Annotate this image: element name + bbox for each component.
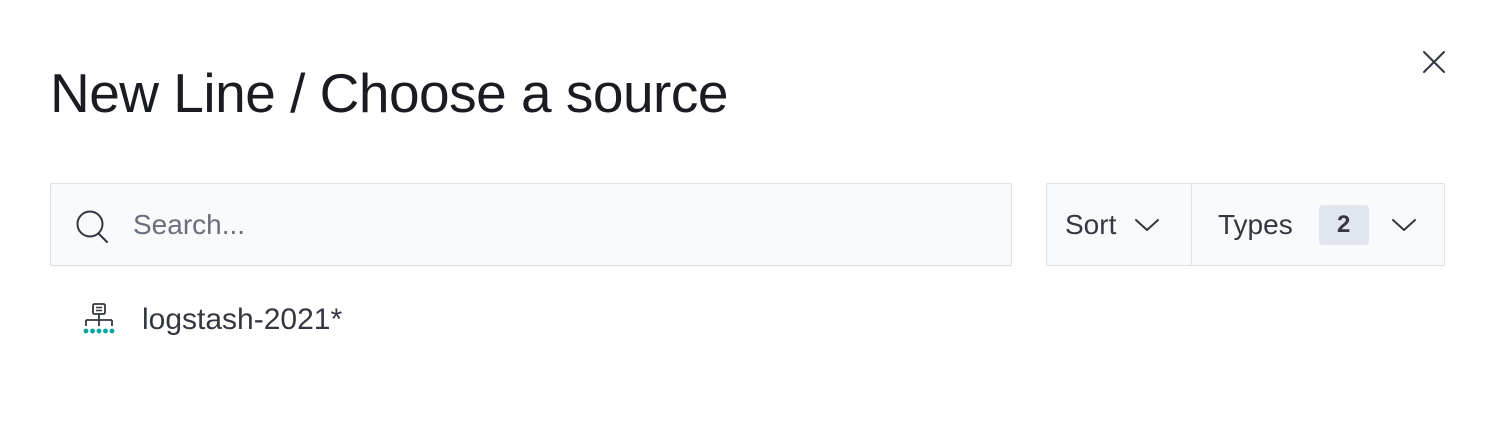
types-filter-button[interactable]: Types 2 xyxy=(1192,184,1444,265)
sort-label: Sort xyxy=(1065,208,1117,240)
search-input[interactable] xyxy=(133,184,993,265)
types-label: Types xyxy=(1218,208,1293,240)
search-icon xyxy=(76,210,108,243)
close-button[interactable] xyxy=(1418,46,1450,78)
close-icon xyxy=(1423,51,1445,73)
list-item[interactable]: logstash-2021* xyxy=(80,296,342,344)
filter-group: Sort Types 2 xyxy=(1046,183,1445,266)
choose-source-modal: New Line / Choose a source Sort Types 2 xyxy=(0,0,1493,429)
search-field[interactable] xyxy=(50,183,1012,266)
chevron-down-icon xyxy=(1135,218,1160,231)
chevron-down-icon xyxy=(1391,218,1416,231)
list-item-label: logstash-2021* xyxy=(142,303,343,336)
index-pattern-icon xyxy=(83,303,115,334)
types-count-badge: 2 xyxy=(1318,204,1369,245)
sort-button[interactable]: Sort xyxy=(1047,184,1192,265)
modal-title: New Line / Choose a source xyxy=(50,62,728,124)
